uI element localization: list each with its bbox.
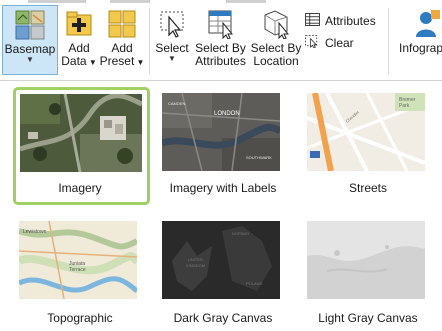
basemap-item-dark-gray-canvas[interactable]: NORWAY UNITED KINGDOM POLAND Dark Gray C… [156,215,290,325]
infographics-icon [411,9,441,39]
chevron-down-icon: ▼ [86,58,97,67]
svg-text:SOUTHWARK: SOUTHWARK [246,155,272,160]
select-by-attributes-line2: Attributes [195,54,246,68]
add-data-label-line2: Data [61,54,87,68]
select-by-attributes-line1: Select By [195,41,246,55]
clear-label: Clear [325,36,354,50]
svg-text:Terrace: Terrace [69,267,86,273]
add-preset-icon [107,9,137,39]
add-data-label-line1: Add [68,41,90,55]
attributes-label: Attributes [325,14,376,28]
basemap-item-topographic[interactable]: Lewistown Juniata Terrace Topographic [13,215,147,325]
streets-thumbnail: Bremer Park Chandler [307,93,425,171]
light-gray-canvas-thumbnail [307,221,425,299]
select-by-attributes-button[interactable]: Select By Attributes [193,5,248,75]
add-data-button[interactable]: Add Data ▼ [60,5,98,75]
infographics-button[interactable]: Infograph [393,5,442,75]
basemap-button[interactable]: Basemap ▼ [2,5,58,75]
select-by-location-line2: Location [253,54,299,68]
topographic-thumbnail: Lewistown Juniata Terrace [19,221,137,299]
select-icon [157,9,187,39]
basemap-item-label: Imagery [58,181,102,195]
select-button[interactable]: Select ▼ [153,5,191,75]
svg-text:KINGDOM: KINGDOM [186,263,205,268]
basemap-item-streets[interactable]: Bremer Park Chandler Streets [301,87,435,195]
basemap-item-label: Streets [348,181,387,195]
basemap-item-label: Topographic [47,311,113,325]
basemap-item-label: Dark Gray Canvas [173,311,273,325]
ribbon-separator [388,8,389,74]
basemap-gallery: Imagery LONDON CAMDEN SOUTHWARK Imagery … [0,81,442,331]
svg-text:UNITED: UNITED [188,257,203,262]
svg-text:LONDON: LONDON [214,111,240,117]
dark-gray-canvas-thumbnail: NORWAY UNITED KINGDOM POLAND [162,221,280,299]
svg-text:CAMDEN: CAMDEN [168,101,185,106]
select-by-location-line1: Select By [250,41,302,55]
imagery-with-labels-thumbnail: LONDON CAMDEN SOUTHWARK [162,93,280,171]
add-data-icon [64,9,94,39]
ribbon-toolbar: Basemap ▼ Add Data ▼ Add Preset ▼ Select… [0,0,442,81]
attributes-button[interactable]: Attributes [305,12,376,30]
table-icon [305,13,320,29]
ribbon-separator [149,8,150,74]
basemap-item-imagery[interactable]: Imagery [13,87,150,205]
chevron-down-icon: ▼ [134,58,145,67]
infographics-label: Infograph [399,41,442,55]
svg-text:Park: Park [399,103,410,109]
basemap-icon [15,10,45,40]
add-preset-label-line2: Preset [99,54,135,68]
add-preset-button[interactable]: Add Preset ▼ [100,5,144,75]
basemap-item-light-gray-canvas[interactable]: Light Gray Canvas [301,215,435,325]
svg-text:POLAND: POLAND [246,281,263,286]
chevron-down-icon: ▼ [168,54,176,63]
select-by-location-icon [261,9,291,40]
svg-text:Lewistown: Lewistown [23,229,47,235]
basemap-item-label: Light Gray Canvas [318,311,418,325]
chevron-down-icon: ▼ [26,55,34,64]
clear-selection-icon [305,35,320,51]
select-by-attributes-icon [206,9,236,40]
clear-button[interactable]: Clear [305,34,354,52]
imagery-thumbnail [20,94,142,172]
add-preset-label-line1: Add [111,41,133,55]
select-by-location-button[interactable]: Select By Location [251,5,301,75]
svg-text:NORWAY: NORWAY [232,231,250,236]
basemap-item-label: Imagery with Labels [169,181,277,195]
basemap-item-imagery-with-labels[interactable]: LONDON CAMDEN SOUTHWARK Imagery with Lab… [156,87,290,195]
